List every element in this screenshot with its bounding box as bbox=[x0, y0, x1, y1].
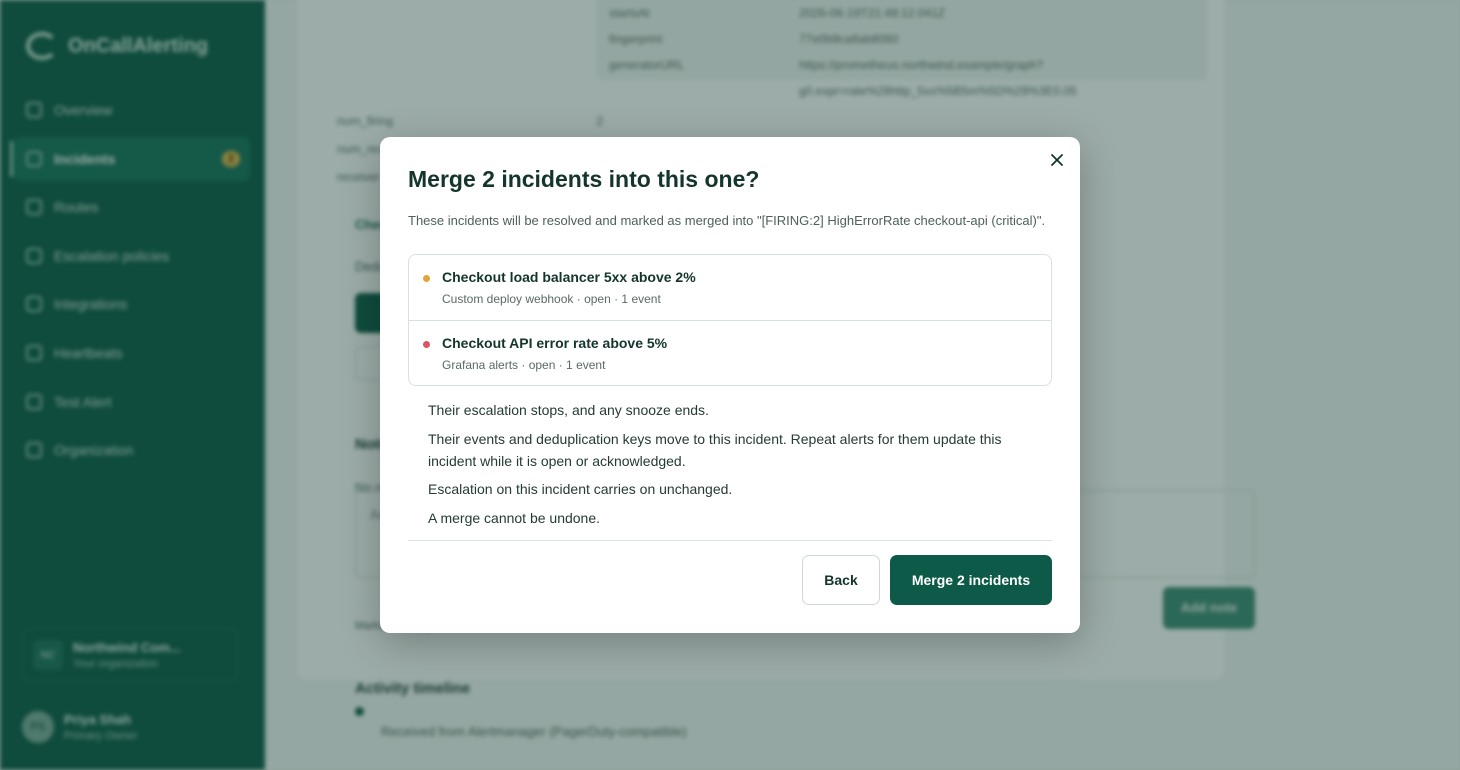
severity-dot-icon bbox=[423, 275, 430, 282]
merge-incidents-button[interactable]: Merge 2 incidents bbox=[890, 555, 1052, 605]
incident-meta: Custom deploy webhook · open · 1 event bbox=[442, 292, 661, 306]
consequence-item: Escalation on this incident carries on u… bbox=[428, 481, 733, 497]
close-icon bbox=[1051, 154, 1063, 166]
incident-title: Checkout load balancer 5xx above 2% bbox=[442, 269, 696, 285]
incident-title: Checkout API error rate above 5% bbox=[442, 335, 668, 351]
close-button[interactable] bbox=[1046, 149, 1068, 171]
consequence-item: A merge cannot be undone. bbox=[428, 509, 601, 526]
incident-list: Checkout load balancer 5xx above 2% Cust… bbox=[408, 254, 1052, 386]
consequence-item: Their events and deduplication keys move… bbox=[428, 430, 1002, 469]
consequence-item: Their escalation stops, and any snooze e… bbox=[428, 402, 709, 418]
severity-dot-icon bbox=[423, 341, 430, 348]
incident-meta: Grafana alerts · open · 1 event bbox=[442, 358, 606, 372]
dialog-title: Merge 2 incidents into this one? bbox=[408, 166, 760, 192]
divider bbox=[408, 540, 1052, 541]
consequence-list: Their escalation stops, and any snooze e… bbox=[428, 399, 1028, 535]
back-button[interactable]: Back bbox=[802, 555, 880, 605]
dialog-description: These incidents will be resolved and mar… bbox=[408, 213, 1046, 228]
list-item: Checkout API error rate above 5% Grafana… bbox=[409, 320, 1051, 385]
merge-incidents-dialog: Merge 2 incidents into this one? These i… bbox=[380, 137, 1080, 633]
list-item: Checkout load balancer 5xx above 2% Cust… bbox=[409, 255, 1051, 320]
